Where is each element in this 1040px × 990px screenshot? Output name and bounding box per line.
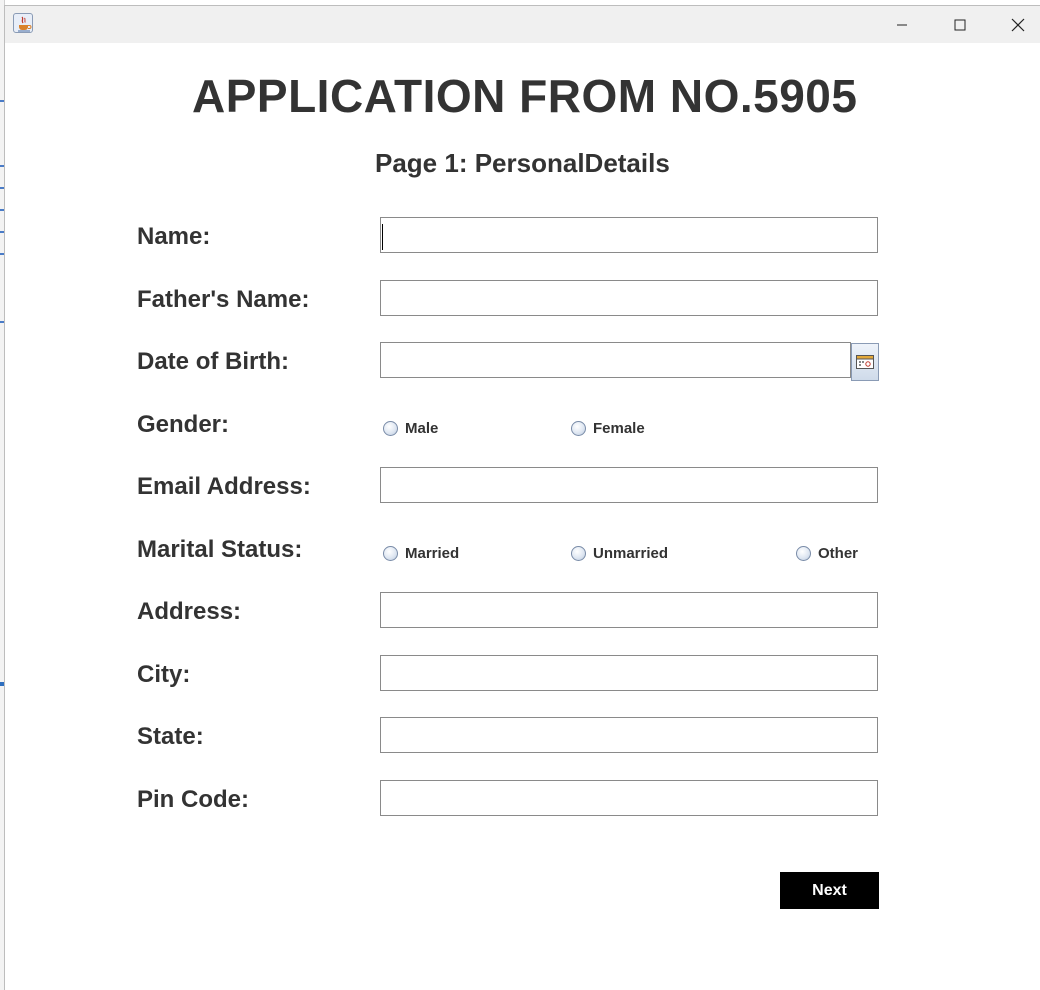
address-label: Address:: [137, 598, 242, 625]
pin-code-label: Pin Code:: [137, 786, 249, 813]
maximize-button[interactable]: [931, 6, 989, 43]
page-title: APPLICATION FROM NO.5905: [192, 70, 858, 122]
dob-label: Date of Birth:: [137, 348, 289, 375]
email-field[interactable]: [380, 467, 878, 503]
minimize-icon: [897, 24, 907, 25]
address-field[interactable]: [380, 592, 878, 628]
dob-field[interactable]: [380, 342, 851, 378]
radio-circle[interactable]: [571, 546, 586, 561]
state-label: State:: [137, 723, 204, 750]
form-panel: APPLICATION FROM NO.5905 Page 1: Persona…: [5, 43, 1040, 990]
radio-circle[interactable]: [383, 421, 398, 436]
marital-married-radio[interactable]: Married: [383, 545, 459, 562]
application-window: APPLICATION FROM NO.5905 Page 1: Persona…: [4, 5, 1040, 990]
marital-other-radio[interactable]: Other: [796, 545, 858, 562]
close-button[interactable]: [989, 6, 1040, 43]
marital-unmarried-label: Unmarried: [593, 545, 669, 562]
marital-unmarried-radio[interactable]: Unmarried: [571, 545, 668, 562]
father-name-field[interactable]: [380, 280, 878, 316]
radio-circle[interactable]: [571, 421, 586, 436]
gender-label: Gender:: [137, 411, 230, 438]
close-icon: [1011, 18, 1025, 31]
email-label: Email Address:: [137, 473, 311, 500]
name-field[interactable]: [380, 217, 878, 253]
father-name-label: Father's Name:: [137, 286, 310, 313]
name-label: Name:: [137, 223, 211, 250]
next-button[interactable]: Next: [780, 872, 879, 909]
marital-other-label: Other: [818, 545, 859, 562]
marital-married-label: Married: [405, 545, 460, 562]
marital-status-label: Marital Status:: [137, 536, 303, 563]
gender-male-label: Male: [405, 420, 439, 437]
gender-female-label: Female: [593, 420, 645, 437]
city-label: City:: [137, 661, 191, 688]
gender-female-radio[interactable]: Female: [571, 420, 645, 437]
text-caret: [382, 224, 383, 250]
maximize-icon: [954, 19, 966, 30]
gender-male-radio[interactable]: Male: [383, 420, 438, 437]
radio-circle[interactable]: [796, 546, 811, 561]
date-picker-button[interactable]: [851, 343, 879, 381]
city-field[interactable]: [380, 655, 878, 691]
calendar-icon: [856, 355, 874, 369]
state-field[interactable]: [380, 717, 878, 753]
radio-circle[interactable]: [383, 546, 398, 561]
page-subtitle: Page 1: PersonalDetails: [375, 148, 670, 178]
pin-code-field[interactable]: [380, 780, 878, 816]
minimize-button[interactable]: [873, 6, 931, 43]
java-cup-icon[interactable]: [13, 13, 33, 33]
title-bar[interactable]: [5, 6, 1040, 43]
